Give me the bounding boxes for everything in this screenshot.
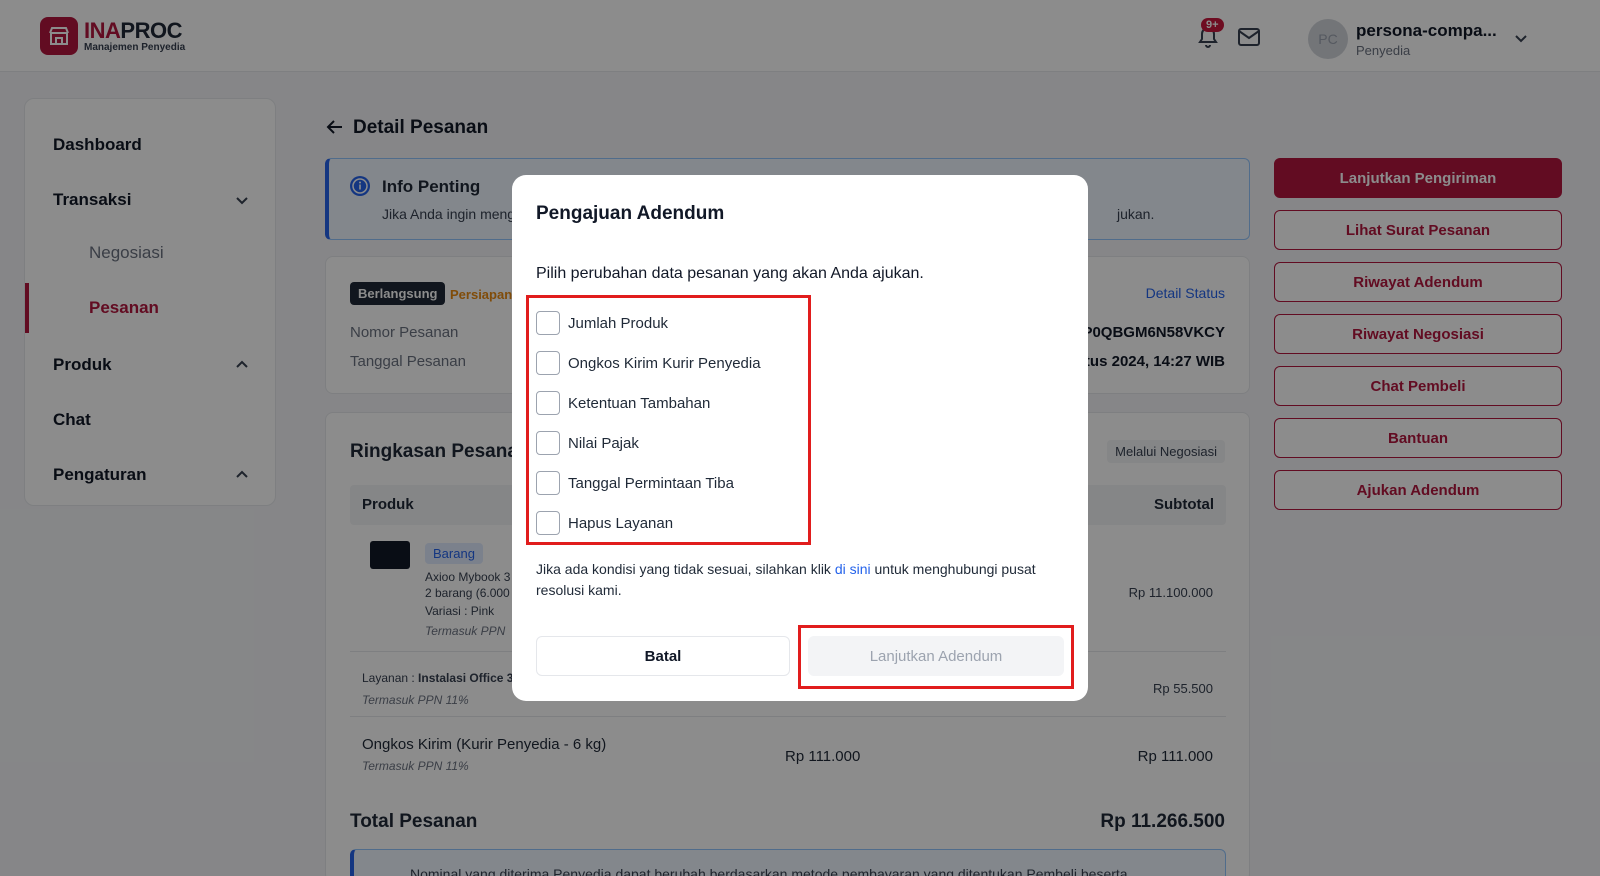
checkbox[interactable]: [536, 431, 560, 455]
checkbox[interactable]: [536, 351, 560, 375]
option-label: Hapus Layanan: [568, 514, 674, 532]
checkbox[interactable]: [536, 511, 560, 535]
option-ketentuan-tambahan[interactable]: Ketentuan Tambahan: [536, 390, 710, 416]
checkbox[interactable]: [536, 471, 560, 495]
addendum-modal: Pengajuan Adendum Pilih perubahan data p…: [512, 175, 1088, 701]
option-label: Tanggal Permintaan Tiba: [568, 474, 734, 492]
option-label: Nilai Pajak: [568, 434, 639, 452]
option-ongkos-kirim[interactable]: Ongkos Kirim Kurir Penyedia: [536, 350, 761, 376]
option-label: Jumlah Produk: [568, 314, 669, 332]
checkbox[interactable]: [536, 311, 560, 335]
modal-help-text: Jika ada kondisi yang tidak sesuai, sila…: [536, 561, 1036, 598]
option-jumlah-produk[interactable]: Jumlah Produk: [536, 310, 668, 336]
option-tanggal-permintaan[interactable]: Tanggal Permintaan Tiba: [536, 470, 734, 496]
option-nilai-pajak[interactable]: Nilai Pajak: [536, 430, 639, 456]
modal-description: Pilih perubahan data pesanan yang akan A…: [536, 265, 924, 282]
checkbox[interactable]: [536, 391, 560, 415]
resolution-link[interactable]: di sini: [835, 561, 871, 577]
option-hapus-layanan[interactable]: Hapus Layanan: [536, 510, 673, 536]
modal-title: Pengajuan Adendum: [536, 203, 725, 224]
cancel-button[interactable]: Batal: [536, 636, 790, 676]
option-label: Ketentuan Tambahan: [568, 394, 711, 412]
continue-addendum-button[interactable]: Lanjutkan Adendum: [808, 636, 1064, 676]
option-label: Ongkos Kirim Kurir Penyedia: [568, 354, 761, 372]
